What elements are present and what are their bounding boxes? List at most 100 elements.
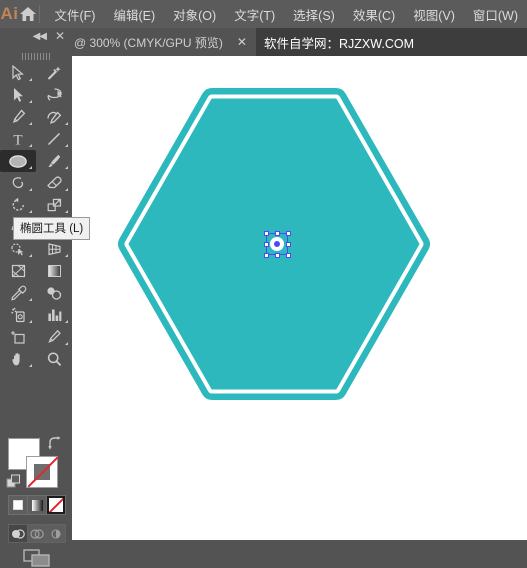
app-logo: Ai	[0, 0, 19, 28]
menu-object[interactable]: 对象(O)	[164, 0, 225, 28]
document-tab-bar: @ 300% (CMYK/GPU 预览) ✕ 软件自学网：RJZXW.COM	[0, 28, 527, 56]
tool-flyout-indicator	[65, 210, 68, 213]
tool-flyout-indicator	[65, 122, 68, 125]
gradient-tool[interactable]	[36, 260, 72, 282]
handle-s[interactable]	[275, 253, 280, 258]
shape-builder-tool[interactable]	[0, 238, 36, 260]
none-mode-button[interactable]	[46, 495, 66, 515]
line-segment-tool[interactable]	[36, 128, 72, 150]
tool-row	[0, 194, 72, 216]
zoom-tool[interactable]	[36, 348, 72, 370]
color-mode-button[interactable]	[8, 495, 28, 515]
close-icon[interactable]: ✕	[55, 30, 65, 42]
draw-inside-button[interactable]	[46, 524, 66, 543]
selected-ellipse[interactable]	[270, 237, 284, 251]
svg-text:T: T	[13, 133, 22, 147]
lasso-tool[interactable]	[36, 84, 72, 106]
tool-flyout-indicator	[65, 342, 68, 345]
tool-row	[0, 172, 72, 194]
menu-effect[interactable]: 效果(C)	[344, 0, 404, 28]
handle-n[interactable]	[275, 231, 280, 236]
tool-flyout-indicator	[29, 166, 32, 169]
handle-sw[interactable]	[264, 253, 269, 258]
tool-tooltip: 椭圆工具 (L)	[13, 217, 90, 240]
color-controls	[0, 434, 72, 568]
change-screen-mode-button[interactable]	[22, 548, 52, 568]
handle-w[interactable]	[264, 242, 269, 247]
tools-panel-header: ◀◀ ✕	[0, 28, 72, 50]
handle-ne[interactable]	[286, 231, 291, 236]
direct-selection-tool[interactable]	[0, 84, 36, 106]
pen-tool[interactable]	[0, 106, 36, 128]
tool-row	[0, 106, 72, 128]
selection-bounding-box[interactable]	[263, 230, 291, 258]
hand-tool[interactable]	[0, 348, 36, 370]
tools-panel: ◀◀ ✕	[0, 28, 72, 540]
ellipse-tool[interactable]	[0, 150, 36, 172]
panel-drag-grip[interactable]	[22, 53, 50, 60]
tool-list: T	[0, 62, 72, 370]
tool-flyout-indicator	[29, 320, 32, 323]
column-graph-tool[interactable]	[36, 304, 72, 326]
tool-flyout-indicator	[29, 100, 32, 103]
menu-view[interactable]: 视图(V)	[404, 0, 464, 28]
eyedropper-tool[interactable]	[0, 282, 36, 304]
curvature-tool[interactable]	[36, 106, 72, 128]
tool-flyout-indicator	[29, 78, 32, 81]
gradient-mode-button[interactable]	[27, 495, 47, 515]
mesh-tool[interactable]	[0, 260, 36, 282]
canvas-area[interactable]	[72, 56, 527, 540]
draw-behind-button[interactable]	[27, 524, 47, 543]
tool-row	[0, 238, 72, 260]
default-fill-stroke-icon[interactable]	[6, 474, 22, 495]
tool-flyout-indicator	[29, 122, 32, 125]
eraser-tool[interactable]	[36, 172, 72, 194]
slice-tool[interactable]	[36, 326, 72, 348]
stroke-color-swatch[interactable]	[26, 456, 58, 488]
menu-file[interactable]: 文件(F)	[46, 0, 105, 28]
menu-edit[interactable]: 编辑(E)	[104, 0, 164, 28]
anchor-center-point	[274, 241, 280, 247]
blend-tool[interactable]	[36, 282, 72, 304]
artboard-tool[interactable]	[0, 326, 36, 348]
paintbrush-tool[interactable]	[36, 150, 72, 172]
tool-row	[0, 304, 72, 326]
tool-row	[0, 282, 72, 304]
draw-mode-buttons	[8, 524, 66, 543]
tool-row	[0, 84, 72, 106]
type-tool[interactable]: T	[0, 128, 36, 150]
magic-wand-tool[interactable]	[36, 62, 72, 84]
rotate-tool[interactable]	[0, 194, 36, 216]
swap-fill-stroke-icon[interactable]	[46, 436, 62, 455]
symbol-sprayer-tool[interactable]	[0, 304, 36, 326]
tool-row: T	[0, 128, 72, 150]
none-slash-icon	[27, 456, 58, 487]
tool-row	[0, 62, 72, 84]
handle-e[interactable]	[286, 242, 291, 247]
close-icon[interactable]: ✕	[237, 36, 247, 48]
tool-flyout-indicator	[65, 166, 68, 169]
illustrator-window: Ai 文件(F) 编辑(E) 对象(O) 文字(T) 选择(S) 效果(C) 视…	[0, 0, 527, 540]
perspective-grid-tool[interactable]	[36, 238, 72, 260]
tool-flyout-indicator	[29, 298, 32, 301]
scale-tool[interactable]	[36, 194, 72, 216]
menu-type[interactable]: 文字(T)	[225, 0, 284, 28]
home-icon[interactable]	[19, 0, 37, 28]
handle-nw[interactable]	[264, 231, 269, 236]
draw-normal-button[interactable]	[8, 524, 28, 543]
chevron-collapse-icon[interactable]: ◀◀	[33, 32, 46, 42]
document-tab-title: @ 300% (CMYK/GPU 预览)	[74, 34, 223, 51]
tool-flyout-indicator	[29, 254, 32, 257]
artwork-hexagon-badge[interactable]	[72, 56, 527, 540]
watermark-text: 软件自学网：RJZXW.COM	[264, 28, 414, 56]
tool-flyout-indicator	[29, 210, 32, 213]
menu-window[interactable]: 窗口(W)	[464, 0, 527, 28]
shaper-tool[interactable]	[0, 172, 36, 194]
selection-tool[interactable]	[0, 62, 36, 84]
tool-row	[0, 260, 72, 282]
menu-select[interactable]: 选择(S)	[284, 0, 344, 28]
document-tab[interactable]: @ 300% (CMYK/GPU 预览) ✕	[66, 28, 256, 56]
tool-row	[0, 150, 72, 172]
tool-flyout-indicator	[65, 144, 68, 147]
handle-se[interactable]	[286, 253, 291, 258]
